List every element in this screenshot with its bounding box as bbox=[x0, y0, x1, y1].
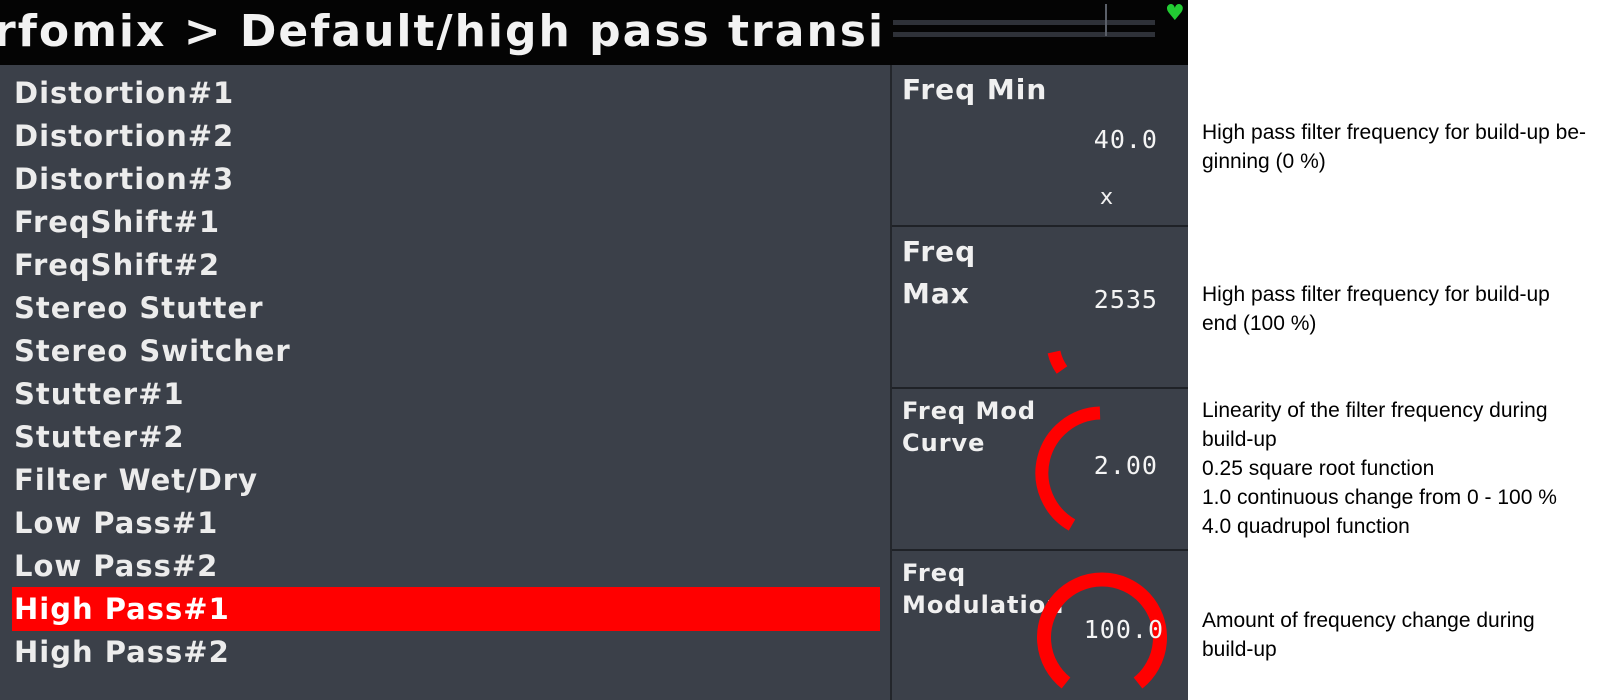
meter-bar-right bbox=[893, 32, 1155, 37]
effects-list: Distortion#1 Distortion#2 Distortion#3 F… bbox=[0, 65, 890, 700]
list-item[interactable]: Low Pass#1 bbox=[12, 501, 880, 545]
annotation-line: Linearity of the filter frequency during bbox=[1202, 399, 1548, 422]
list-item[interactable]: Distortion#2 bbox=[12, 114, 880, 158]
annotation-line: 1.0 continuous change from 0 - 100 % bbox=[1202, 486, 1557, 509]
param-unit: x bbox=[1100, 185, 1114, 210]
meter-bar-left bbox=[893, 20, 1155, 25]
param-freq-modulation[interactable]: Freq Modulation 100.0 bbox=[892, 551, 1188, 700]
level-meter bbox=[893, 4, 1155, 44]
annotation-freq-mod-curve: Linearity of the filter frequency during… bbox=[1202, 396, 1612, 541]
param-freq-mod-curve[interactable]: Freq Mod Curve 2.00 bbox=[892, 389, 1188, 551]
param-label: Freq bbox=[902, 559, 967, 587]
knob-arc[interactable] bbox=[1032, 267, 1152, 387]
param-value: 100.0 bbox=[1083, 615, 1164, 644]
annotation-line: end (100 %) bbox=[1202, 312, 1317, 335]
annotation-line: build-up bbox=[1202, 638, 1277, 661]
list-item[interactable]: Low Pass#2 bbox=[12, 544, 880, 588]
param-label: Max bbox=[902, 277, 970, 310]
list-item[interactable]: Stereo Switcher bbox=[12, 329, 880, 373]
param-value: 40.0 bbox=[1093, 125, 1158, 154]
annotation-freq-modulation: Amount of frequency change during build-… bbox=[1202, 606, 1612, 664]
list-item[interactable]: FreqShift#1 bbox=[12, 200, 880, 244]
list-item[interactable]: Distortion#3 bbox=[12, 157, 880, 201]
param-freq-min[interactable]: Freq Min 40.0 x bbox=[892, 65, 1188, 227]
list-item[interactable]: FreqShift#2 bbox=[12, 243, 880, 287]
annotation-line: High pass filter frequency for build-up bbox=[1202, 283, 1550, 306]
list-item[interactable]: Stutter#2 bbox=[12, 415, 880, 459]
param-value: 2.00 bbox=[1093, 451, 1158, 480]
param-label: Freq bbox=[902, 235, 977, 268]
param-label: Freq Min bbox=[902, 73, 1048, 106]
annotation-line: High pass filter frequency for build-up … bbox=[1202, 121, 1587, 144]
param-freq-max[interactable]: Freq Max 2535 bbox=[892, 227, 1188, 389]
heart-icon: ♥ bbox=[1165, 1, 1185, 26]
annotation-line: build-up bbox=[1202, 428, 1277, 451]
params-panel: Freq Min 40.0 x Freq Max 2535 Freq Mod C… bbox=[892, 65, 1188, 700]
list-item[interactable]: Stutter#1 bbox=[12, 372, 880, 416]
annotation-line: Amount of frequency change during bbox=[1202, 609, 1535, 632]
param-label: Freq Mod bbox=[902, 397, 1037, 425]
annotation-line: 4.0 quadrupol function bbox=[1202, 515, 1410, 538]
annotation-freq-min: High pass filter frequency for build-up … bbox=[1202, 118, 1612, 176]
param-label: Curve bbox=[902, 429, 986, 457]
annotation-line: ginning (0 %) bbox=[1202, 150, 1326, 173]
title-bar: rfomix > Default/high pass transi ♥ bbox=[0, 0, 1188, 65]
meter-peak-marker bbox=[1105, 4, 1107, 36]
list-item[interactable]: High Pass#2 bbox=[12, 630, 880, 674]
list-item-selected[interactable]: High Pass#1 bbox=[12, 587, 880, 631]
annotation-freq-max: High pass filter frequency for build-up … bbox=[1202, 280, 1612, 338]
device-screen: rfomix > Default/high pass transi ♥ Dist… bbox=[0, 0, 1188, 700]
list-item[interactable]: Distortion#1 bbox=[12, 71, 880, 115]
annotation-line: 0.25 square root function bbox=[1202, 457, 1435, 480]
page-title: rfomix > Default/high pass transi bbox=[0, 6, 886, 57]
list-item[interactable]: Stereo Stutter bbox=[12, 286, 880, 330]
list-item[interactable]: Filter Wet/Dry bbox=[12, 458, 880, 502]
